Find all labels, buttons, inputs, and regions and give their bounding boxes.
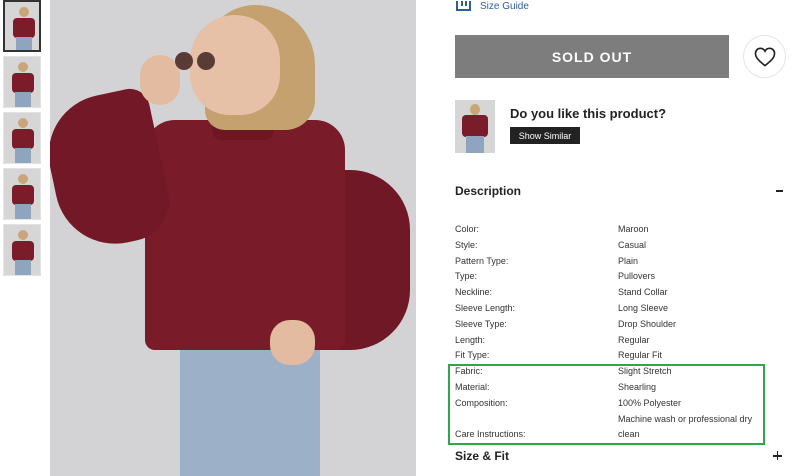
spec-value: Casual [618, 239, 647, 250]
spec-label: Neckline: [455, 287, 493, 298]
spec-value: Stand Collar [618, 287, 668, 298]
spec-row: Style: Casual [455, 238, 785, 254]
spec-value: Drop Shoulder [618, 318, 677, 329]
size-fit-heading[interactable]: Size & Fit [455, 449, 509, 463]
thumbnail-image[interactable] [3, 56, 41, 108]
spec-label: Sleeve Length: [455, 302, 516, 313]
thumbnail-image[interactable] [3, 168, 41, 220]
spec-label: Color: [455, 224, 480, 234]
main-product-image[interactable] [50, 0, 416, 476]
thumbnail-image[interactable] [3, 0, 41, 52]
highlight-box [448, 364, 765, 445]
spec-row: Sleeve Type: Drop Shoulder [455, 317, 785, 333]
like-product-question: Do you like this product? [510, 106, 667, 121]
spec-value: Regular [618, 334, 650, 345]
spec-value: Plain [618, 255, 639, 266]
size-guide-label: Size Guide [480, 0, 529, 12]
spec-row: Length: Regular [455, 333, 785, 349]
spec-value: Regular Fit [618, 350, 663, 361]
spec-row: Sleeve Length: Long Sleeve [455, 301, 785, 317]
spec-row: Pattern Type: Plain [455, 254, 785, 270]
minus-icon[interactable] [776, 190, 783, 192]
plus-icon[interactable] [773, 451, 782, 460]
ruler-icon [456, 1, 471, 11]
spec-value: Pullovers [618, 271, 656, 282]
thumbnail-gallery [3, 0, 43, 280]
spec-row: Color: Maroon [455, 222, 785, 238]
spec-label: Fit Type: [455, 350, 490, 361]
spec-label: Type: [455, 271, 478, 282]
thumbnail-image[interactable] [3, 112, 41, 164]
thumbnail-image[interactable] [3, 224, 41, 276]
spec-label: Style: [455, 239, 478, 250]
spec-label: Sleeve Type: [455, 318, 507, 329]
spec-row: Neckline: Stand Collar [455, 285, 785, 301]
heart-icon [754, 47, 775, 67]
spec-value: Maroon [618, 224, 649, 234]
size-guide-link[interactable]: Size Guide [456, 0, 529, 12]
spec-row: Type: Pullovers [455, 269, 785, 285]
sold-out-button[interactable]: SOLD OUT [455, 35, 729, 78]
spec-row: Fit Type: Regular Fit [455, 348, 785, 364]
spec-label: Length: [455, 334, 486, 345]
spec-value: Long Sleeve [618, 302, 669, 313]
show-similar-button[interactable]: Show Similar [510, 127, 580, 144]
description-heading[interactable]: Description [455, 184, 521, 198]
similar-product-thumbnail [455, 100, 495, 153]
spec-label: Pattern Type: [455, 255, 509, 266]
wishlist-button[interactable] [743, 35, 786, 78]
